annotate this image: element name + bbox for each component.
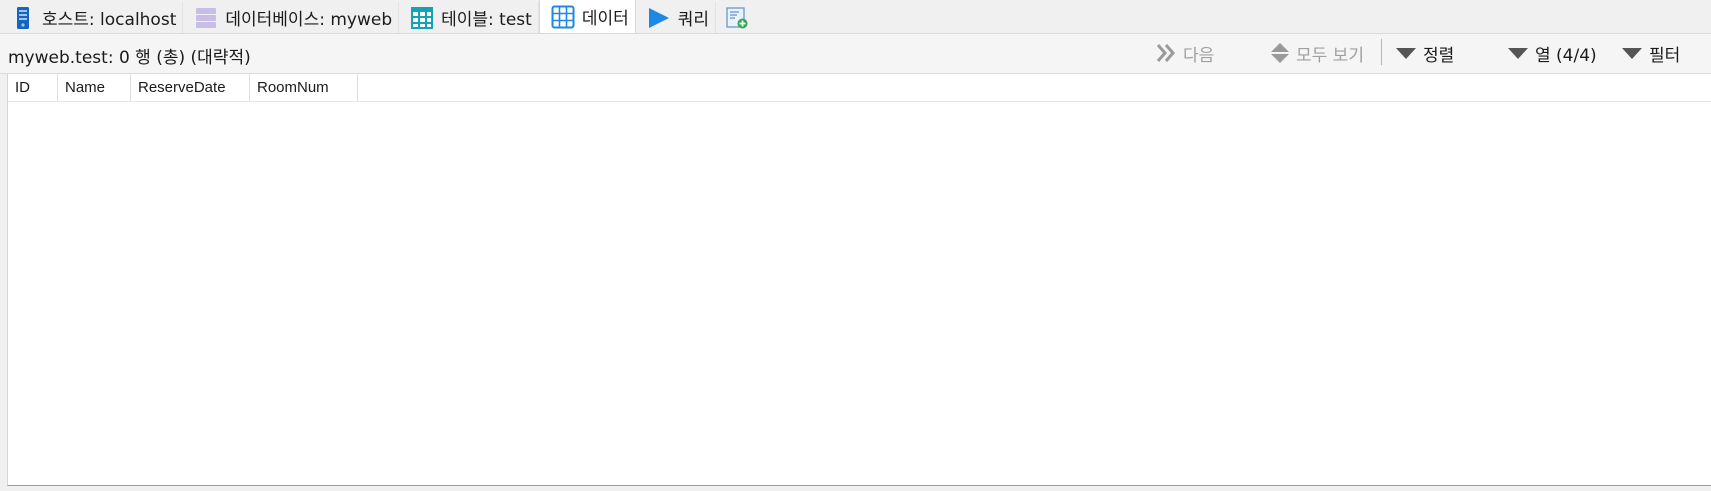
filter-label: 필터 [1649,45,1681,66]
play-icon [646,5,672,31]
data-grid-icon [550,4,576,30]
database-icon [193,5,219,31]
tab-data[interactable]: 데이터 [538,0,636,33]
toolbar-divider [1381,39,1382,65]
tab-host-label: 호스트: localhost [42,10,177,30]
tab-bar: 호스트: localhost 데이터베이스: myweb 테이블: test 데… [0,0,1711,34]
column-header-roomnum[interactable]: RoomNum [250,74,358,101]
next-label: 다음 [1183,45,1215,66]
triangle-down-icon [1395,46,1417,60]
columns-button[interactable]: 열 (4/4) [1507,38,1597,68]
up-down-arrows-icon [1270,41,1290,65]
tab-host[interactable]: 호스트: localhost [0,2,184,33]
next-button[interactable]: 다음 [1155,38,1214,68]
table-icon [409,5,435,31]
data-grid[interactable]: ID Name ReserveDate RoomNum [7,74,1711,486]
show-all-button[interactable]: 모두 보기 [1270,38,1364,68]
grid-header-row: ID Name ReserveDate RoomNum [8,74,1711,102]
column-header-name[interactable]: Name [58,74,131,101]
tab-table[interactable]: 테이블: test [399,2,539,33]
filter-button[interactable]: 필터 [1621,38,1680,68]
tab-database-label: 데이터베이스: myweb [225,10,393,30]
double-chevron-right-icon [1155,42,1177,64]
triangle-down-icon [1621,46,1643,60]
tab-database[interactable]: 데이터베이스: myweb [183,2,400,33]
app-window: 호스트: localhost 데이터베이스: myweb 테이블: test 데… [0,0,1711,491]
sort-button[interactable]: 정렬 [1395,38,1454,68]
row-count-status: myweb.test: 0 행 (총) (대략적) [8,48,251,68]
columns-label: 열 (4/4) [1535,45,1597,66]
column-header-reservedate[interactable]: ReserveDate [131,74,250,101]
tab-table-label: 테이블: test [441,10,532,30]
sort-label: 정렬 [1423,45,1455,66]
tab-query[interactable]: 쿼리 [636,2,717,33]
new-query-tab-icon [724,5,750,31]
tab-query-label: 쿼리 [677,10,710,30]
server-icon [10,5,36,31]
data-toolbar: myweb.test: 0 행 (총) (대략적) 다음 모두 보기 정렬 열 … [0,34,1711,74]
new-query-tab-button[interactable] [716,2,758,33]
triangle-down-icon [1507,46,1529,60]
column-header-id[interactable]: ID [8,74,58,101]
show-all-label: 모두 보기 [1296,45,1364,66]
tab-data-label: 데이터 [581,9,629,29]
